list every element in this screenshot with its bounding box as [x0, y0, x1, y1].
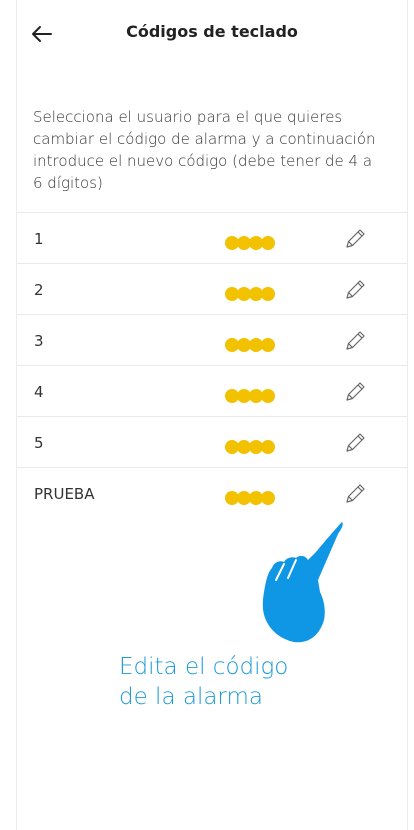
pencil-icon	[346, 229, 365, 248]
edit-code-button[interactable]	[342, 277, 368, 303]
edit-code-button[interactable]	[342, 430, 368, 456]
user-row[interactable]: 2	[17, 263, 408, 314]
edit-code-button[interactable]	[342, 226, 368, 252]
instructions-text: Selecciona el usuario para el que quiere…	[33, 108, 376, 192]
pointing-hand-icon	[262, 522, 343, 643]
code-dots	[225, 337, 275, 352]
edit-code-button[interactable]	[342, 481, 368, 507]
code-dot	[261, 287, 275, 301]
code-dot	[261, 491, 275, 505]
code-dots	[225, 439, 275, 454]
code-dots	[225, 388, 275, 403]
user-row[interactable]: 1	[17, 212, 408, 263]
code-dot	[261, 389, 275, 403]
user-row[interactable]: 5	[17, 416, 408, 467]
code-dots	[225, 286, 275, 301]
pencil-icon	[346, 331, 365, 350]
user-row[interactable]: 4	[17, 365, 408, 416]
user-label: PRUEBA	[34, 485, 95, 503]
header: Códigos de teclado	[16, 16, 408, 52]
annotation-line-2: de la alarma	[119, 684, 263, 710]
user-row[interactable]: 3	[17, 314, 408, 365]
user-label: 2	[34, 281, 44, 299]
annotation-caption: Edita el código de la alarma	[119, 652, 359, 712]
edit-code-button[interactable]	[342, 379, 368, 405]
page-title: Códigos de teclado	[126, 22, 298, 41]
pencil-icon	[346, 382, 365, 401]
user-label: 3	[34, 332, 44, 350]
annotation-line-1: Edita el código	[119, 654, 289, 680]
code-dot	[261, 338, 275, 352]
pencil-icon	[346, 484, 365, 503]
user-list: 1 2 3 4 5 PRUEBA	[17, 212, 408, 518]
user-label: 4	[34, 383, 44, 401]
user-label: 5	[34, 434, 44, 452]
code-dot	[261, 440, 275, 454]
edit-code-button[interactable]	[342, 328, 368, 354]
user-label: 1	[34, 230, 44, 248]
pencil-icon	[346, 280, 365, 299]
user-row[interactable]: PRUEBA	[17, 467, 408, 518]
pencil-icon	[346, 433, 365, 452]
code-dots	[225, 235, 275, 250]
code-dot	[261, 236, 275, 250]
code-dots	[225, 490, 275, 505]
